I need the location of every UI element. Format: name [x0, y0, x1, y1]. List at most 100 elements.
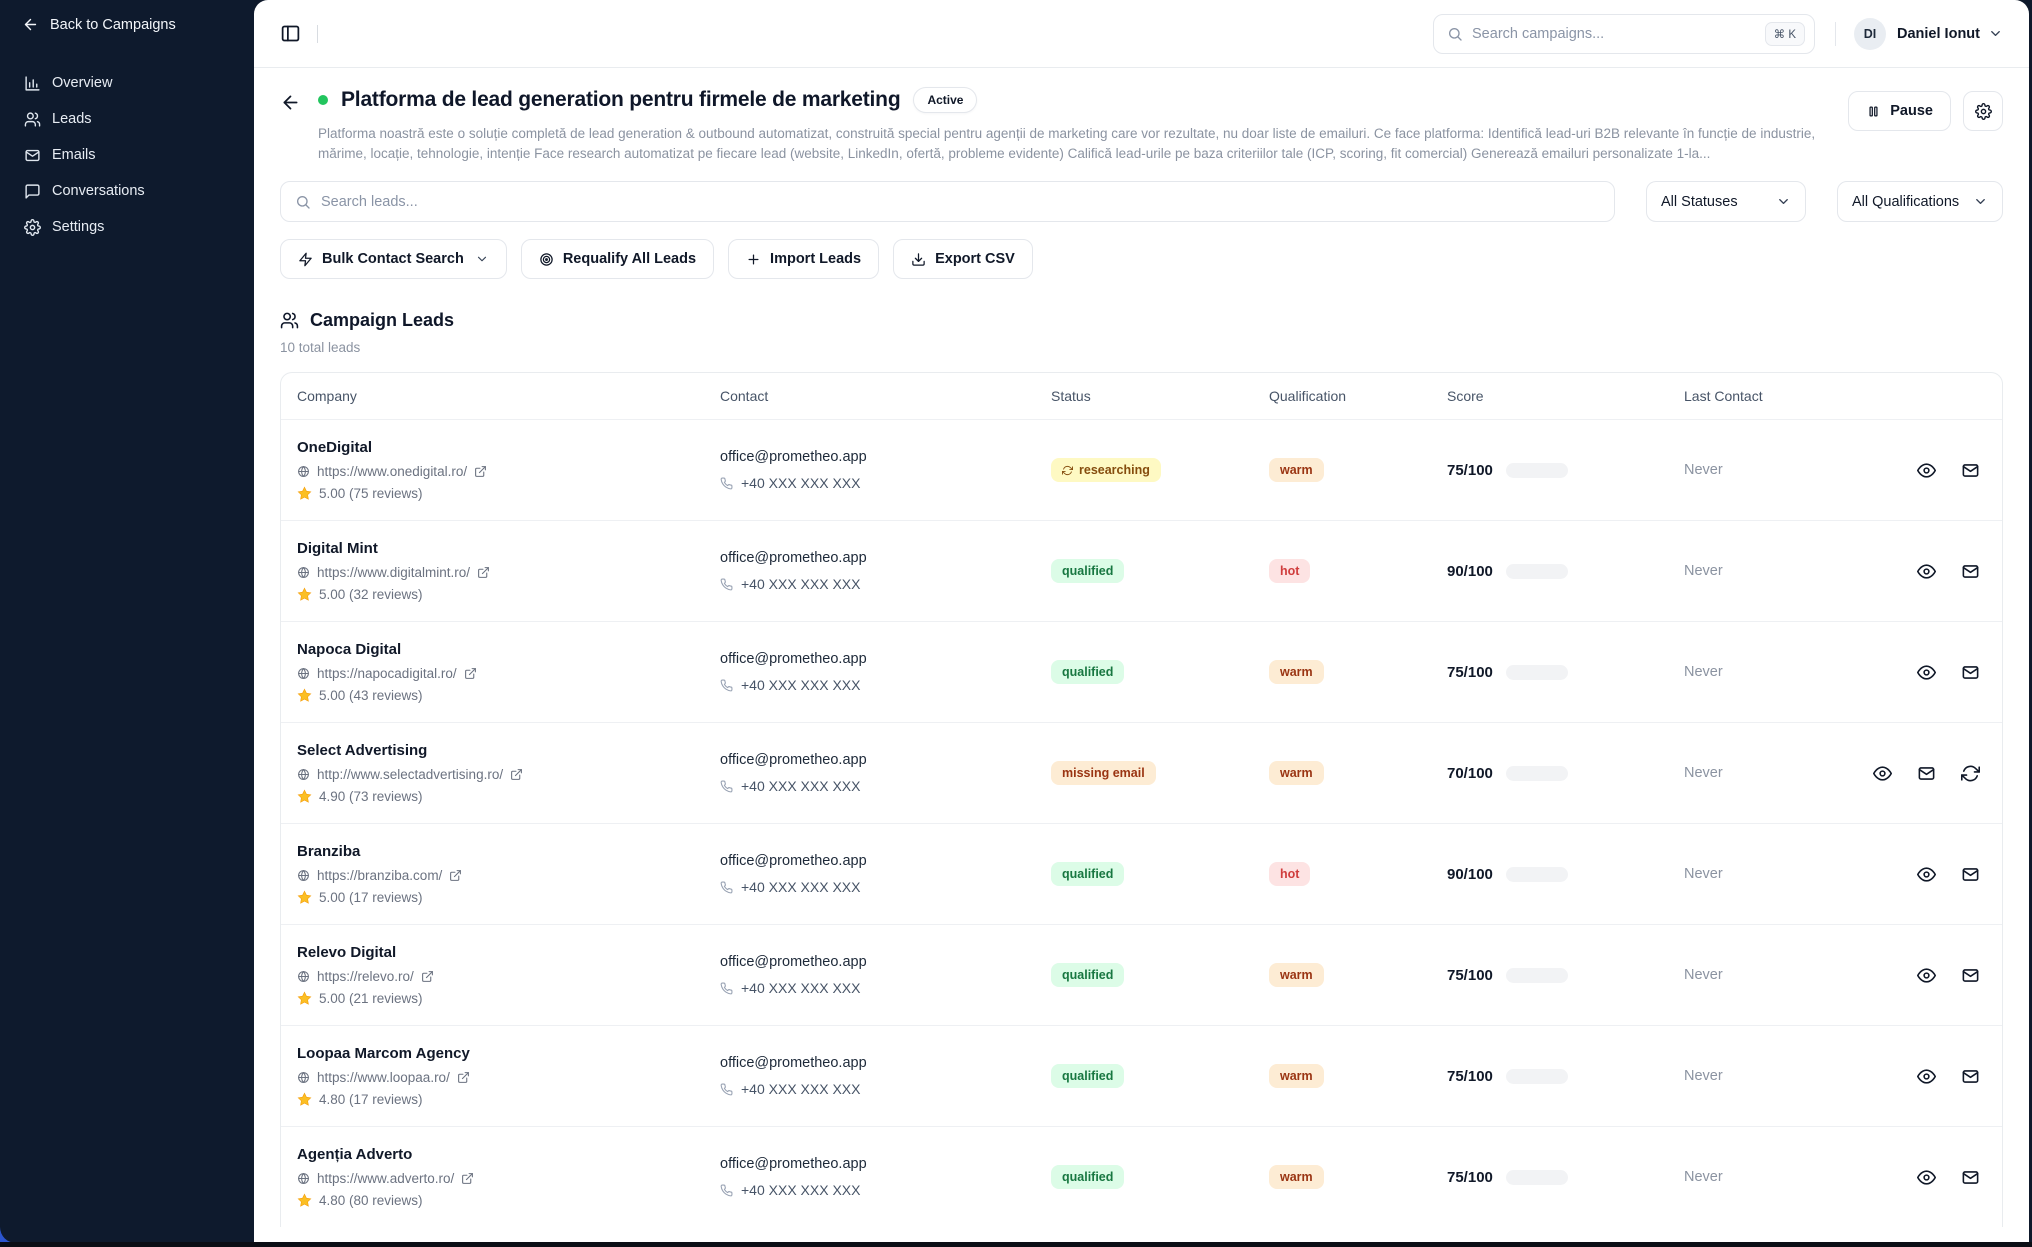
window-bottom-edge — [0, 1242, 2032, 1247]
qualification-badge-label: warm — [1280, 665, 1313, 679]
company-cell: Digital Mint https://www.digitalmint.ro/… — [297, 540, 720, 602]
campaign-search-input[interactable] — [1472, 26, 1756, 42]
table-row[interactable]: Agenția Adverto https://www.adverto.ro/ … — [281, 1126, 2002, 1227]
contact-cell: office@prometheo.app +40 XXX XXX XXX — [720, 1055, 1051, 1097]
company-rating-value: 5.00 (43 reviews) — [319, 688, 423, 703]
lead-search[interactable] — [280, 181, 1615, 222]
view-lead-eye-icon[interactable] — [1917, 1067, 1936, 1086]
company-url-link[interactable]: https://www.onedigital.ro/ — [317, 464, 467, 479]
star-icon — [297, 587, 312, 602]
gear-icon — [1975, 103, 1992, 120]
table-row[interactable]: Digital Mint https://www.digitalmint.ro/… — [281, 520, 2002, 621]
user-menu[interactable]: DI Daniel Ionut — [1854, 18, 2003, 50]
contact-phone-line: +40 XXX XXX XXX — [720, 879, 1051, 895]
company-url-link[interactable]: https://napocadigital.ro/ — [317, 666, 457, 681]
sidebar-item-label: Settings — [52, 219, 104, 235]
table-row[interactable]: OneDigital https://www.onedigital.ro/ 5.… — [281, 419, 2002, 520]
external-link-icon[interactable] — [461, 1172, 474, 1185]
company-url-link[interactable]: https://relevo.ro/ — [317, 969, 414, 984]
external-link-icon[interactable] — [421, 970, 434, 983]
campaign-search[interactable]: ⌘ K — [1433, 14, 1815, 54]
contact-phone-value: +40 XXX XXX XXX — [741, 1081, 860, 1097]
status-cell: missing email — [1051, 761, 1269, 785]
status-badge-label: qualified — [1062, 564, 1113, 578]
bulk-contact-search-label: Bulk Contact Search — [322, 251, 464, 267]
view-lead-eye-icon[interactable] — [1917, 966, 1936, 985]
status-cell: qualified — [1051, 1165, 1269, 1189]
last-contact-value: Never — [1684, 462, 1861, 478]
external-link-icon[interactable] — [449, 869, 462, 882]
external-link-icon[interactable] — [464, 667, 477, 680]
requalify-lead-sync-icon[interactable] — [1961, 764, 1980, 783]
email-lead-mail-icon[interactable] — [1961, 1168, 1980, 1187]
view-lead-eye-icon[interactable] — [1917, 663, 1936, 682]
column-header-score: Score — [1447, 388, 1684, 404]
external-link-icon[interactable] — [457, 1071, 470, 1084]
company-name: OneDigital — [297, 439, 720, 456]
company-url-link[interactable]: https://www.adverto.ro/ — [317, 1171, 454, 1186]
status-cell: qualified — [1051, 559, 1269, 583]
contact-phone-line: +40 XXX XXX XXX — [720, 778, 1051, 794]
sidebar-item-overview[interactable]: Overview — [0, 65, 254, 101]
sidebar-item-conversations[interactable]: Conversations — [0, 173, 254, 209]
view-lead-eye-icon[interactable] — [1917, 865, 1936, 884]
score-progress-track — [1506, 1170, 1568, 1185]
email-lead-mail-icon[interactable] — [1917, 764, 1936, 783]
view-lead-eye-icon[interactable] — [1917, 1168, 1936, 1187]
phone-icon — [720, 1184, 733, 1197]
table-row[interactable]: Napoca Digital https://napocadigital.ro/… — [281, 621, 2002, 722]
user-divider — [1835, 22, 1836, 46]
sidebar-item-emails[interactable]: Emails — [0, 137, 254, 173]
qualification-badge: warm — [1269, 1165, 1324, 1189]
email-lead-mail-icon[interactable] — [1961, 562, 1980, 581]
email-lead-mail-icon[interactable] — [1961, 461, 1980, 480]
table-row[interactable]: Relevo Digital https://relevo.ro/ 5.00 (… — [281, 924, 2002, 1025]
company-url-link[interactable]: https://www.loopaa.ro/ — [317, 1070, 450, 1085]
export-csv-button[interactable]: Export CSV — [893, 239, 1033, 279]
view-lead-eye-icon[interactable] — [1917, 562, 1936, 581]
sidebar-item-settings[interactable]: Settings — [0, 209, 254, 245]
pause-button[interactable]: Pause — [1848, 91, 1951, 131]
contact-cell: office@prometheo.app +40 XXX XXX XXX — [720, 752, 1051, 794]
view-lead-eye-icon[interactable] — [1917, 461, 1936, 480]
status-filter-select[interactable]: All Statuses — [1646, 181, 1806, 222]
table-row[interactable]: Branziba https://branziba.com/ 5.00 (17 … — [281, 823, 2002, 924]
company-url-link[interactable]: https://www.digitalmint.ro/ — [317, 565, 470, 580]
qualification-filter-select[interactable]: All Qualifications — [1837, 181, 2003, 222]
company-url-link[interactable]: https://branziba.com/ — [317, 868, 442, 883]
sidebar-toggle-icon[interactable] — [280, 23, 301, 44]
download-icon — [911, 252, 926, 267]
import-leads-button[interactable]: Import Leads — [728, 239, 879, 279]
phone-icon — [720, 982, 733, 995]
company-url-link[interactable]: http://www.selectadvertising.ro/ — [317, 767, 503, 782]
back-button[interactable] — [280, 92, 301, 113]
table-row[interactable]: Loopaa Marcom Agency https://www.loopaa.… — [281, 1025, 2002, 1126]
topbar-right: ⌘ K DI Daniel Ionut — [1433, 14, 2003, 54]
status-badge: researching — [1051, 458, 1161, 482]
back-to-campaigns-link[interactable]: Back to Campaigns — [0, 0, 254, 33]
sidebar-item-leads[interactable]: Leads — [0, 101, 254, 137]
phone-icon — [720, 679, 733, 692]
leads-table: Company Contact Status Qualification Sco… — [280, 372, 2003, 1227]
requalify-all-leads-button[interactable]: Requalify All Leads — [521, 239, 714, 279]
external-link-icon[interactable] — [474, 465, 487, 478]
email-lead-mail-icon[interactable] — [1961, 966, 1980, 985]
contact-email: office@prometheo.app — [720, 1055, 1051, 1071]
campaign-settings-button[interactable] — [1963, 91, 2003, 131]
email-lead-mail-icon[interactable] — [1961, 663, 1980, 682]
last-contact-value: Never — [1684, 1169, 1861, 1185]
email-lead-mail-icon[interactable] — [1961, 865, 1980, 884]
company-cell: Branziba https://branziba.com/ 5.00 (17 … — [297, 843, 720, 905]
external-link-icon[interactable] — [510, 768, 523, 781]
email-lead-mail-icon[interactable] — [1961, 1067, 1980, 1086]
campaign-title-line: Platforma de lead generation pentru firm… — [318, 87, 1820, 113]
status-badge: qualified — [1051, 1165, 1124, 1189]
bulk-contact-search-button[interactable]: Bulk Contact Search — [280, 239, 507, 279]
view-lead-eye-icon[interactable] — [1873, 764, 1892, 783]
external-link-icon[interactable] — [477, 566, 490, 579]
company-name: Digital Mint — [297, 540, 720, 557]
export-csv-label: Export CSV — [935, 251, 1015, 267]
lead-search-input[interactable] — [321, 194, 1600, 210]
table-row[interactable]: Select Advertising http://www.selectadve… — [281, 722, 2002, 823]
qualification-badge-label: warm — [1280, 1170, 1313, 1184]
